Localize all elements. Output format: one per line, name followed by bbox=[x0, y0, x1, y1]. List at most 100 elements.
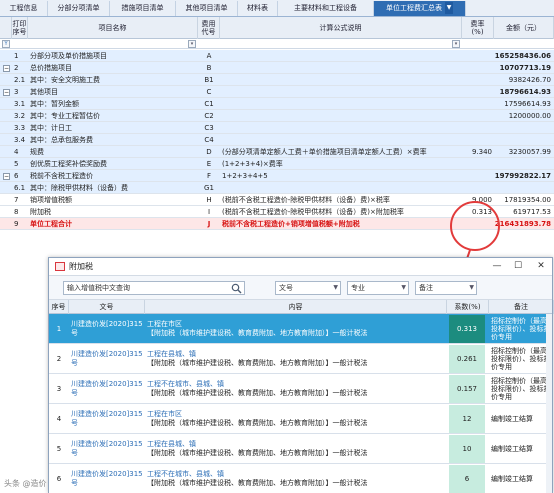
search-input[interactable]: 输入增值税中文查询 bbox=[63, 281, 245, 295]
list-item[interactable]: 1 川建造价发[2020]315号 工程在市区 【附加税（城市维护建设税、教育费附加、… bbox=[49, 314, 552, 344]
note-select-value: 备注 bbox=[419, 284, 433, 292]
table-row[interactable]: 3.1 其中：暂列金额 C1 17596614.93 bbox=[0, 98, 554, 110]
dialog-title: 附加税 bbox=[69, 262, 93, 271]
close-icon[interactable]: ✕ bbox=[534, 260, 548, 273]
tab-measures-list[interactable]: 措施项目清单 bbox=[110, 1, 176, 16]
item-note: 招标控制价（最高投标限价）、投标报价专用 bbox=[491, 317, 551, 341]
tab-division-list[interactable]: 分部分项清单 bbox=[48, 1, 110, 16]
item-note: 编制竣工结算 bbox=[491, 445, 533, 453]
item-content-location: 工程在市区 bbox=[147, 410, 182, 418]
item-coefficient: 0.313 bbox=[447, 314, 487, 344]
table-row[interactable]: 3.2 其中：专业工程暂估价 C2 1200000.00 bbox=[0, 110, 554, 122]
row-number: 3.2 bbox=[14, 111, 26, 120]
list-item[interactable]: 2 川建造价发[2020]315号 工程在县城、镇 【附加税（城市维护建设税、教育费附… bbox=[49, 344, 552, 374]
table-row[interactable]: 3.3 其中：计日工 C3 bbox=[0, 122, 554, 134]
item-number: 2 bbox=[56, 354, 62, 363]
item-content: 工程不在城市、县城、镇 【附加税（城市维护建设税、教育费附加、地方教育附加）】一般… bbox=[145, 464, 447, 493]
table-row[interactable]: 6.1 其中：除税甲供材料（设备）费 G1 bbox=[0, 182, 554, 194]
table-row[interactable]: 3.4 其中：总承包服务费 C4 bbox=[0, 134, 554, 146]
dheader-doc: 文号 bbox=[69, 300, 145, 314]
row-code: G1 bbox=[204, 183, 214, 192]
minimize-icon[interactable]: — bbox=[490, 260, 504, 273]
item-doc-number: 川建造价发[2020]315号 bbox=[71, 380, 143, 397]
dheader-no: 序号 bbox=[49, 300, 69, 314]
tab-materials[interactable]: 材料表 bbox=[238, 1, 278, 16]
item-content: 工程在县城、镇 【附加税（城市维护建设税、教育费附加、地方教育附加）】一般计税法 bbox=[145, 434, 447, 464]
item-note: 编制竣工结算 bbox=[491, 415, 533, 423]
tab-main-materials[interactable]: 主要材料和工程设备 bbox=[278, 1, 374, 16]
item-content-desc: 【附加税（城市维护建设税、教育费附加、地方教育附加）】一般计税法 bbox=[147, 479, 368, 487]
major-select[interactable]: 专业 ▼ bbox=[347, 281, 409, 295]
collapse-icon[interactable]: − bbox=[3, 173, 10, 180]
list-item[interactable]: 5 川建造价发[2020]315号 工程在县城、镇 【附加税（城市维护建设税、教育费附… bbox=[49, 434, 552, 464]
app-icon bbox=[55, 262, 65, 271]
item-content-desc: 【附加税（城市维护建设税、教育费附加、地方教育附加）】一般计税法 bbox=[147, 419, 368, 427]
row-number: 3.4 bbox=[14, 135, 26, 144]
row-number: 5 bbox=[14, 159, 19, 168]
row-name: 单位工程合计 bbox=[30, 219, 72, 228]
header-code: 费用 代号 bbox=[198, 17, 220, 39]
row-code: J bbox=[207, 219, 211, 228]
table-row[interactable]: −3 其他项目 C 18796614.93 bbox=[0, 86, 554, 98]
tab-other-list[interactable]: 其他项目清单 bbox=[176, 1, 238, 16]
row-formula bbox=[220, 50, 462, 61]
tab-cost-summary-label: 单位工程费汇总表 bbox=[386, 4, 442, 12]
chevron-down-icon[interactable]: ▼ bbox=[445, 2, 453, 14]
table-row[interactable]: −6 税前不含税工程造价 F 1+2+3+4+5 197992822.17 bbox=[0, 170, 554, 182]
list-item[interactable]: 4 川建造价发[2020]315号 工程在市区 【附加税（城市维护建设税、教育费附加、… bbox=[49, 404, 552, 434]
row-code: C1 bbox=[204, 99, 214, 108]
tab-cost-summary[interactable]: 单位工程费汇总表 ▼ bbox=[374, 1, 466, 16]
row-name: 其中：计日工 bbox=[30, 123, 72, 132]
tab-project-info[interactable]: 工程信息 bbox=[0, 1, 48, 16]
chevron-down-icon: ▼ bbox=[401, 284, 406, 291]
row-amount bbox=[494, 182, 554, 193]
item-coefficient-value: 0.261 bbox=[449, 345, 485, 373]
dialog-scrollbar[interactable] bbox=[546, 314, 552, 493]
item-content: 工程在市区 【附加税（城市维护建设税、教育费附加、地方教育附加）】一般计税法 bbox=[145, 314, 447, 344]
dheader-coef: 系数(%) bbox=[447, 300, 489, 314]
row-name: 总价措施项目 bbox=[30, 63, 72, 72]
row-rate bbox=[462, 50, 494, 61]
filter-icon[interactable]: Y bbox=[2, 40, 10, 48]
table-row[interactable]: 2.1 其中：安全文明施工费 B1 9382426.70 bbox=[0, 74, 554, 86]
row-amount: 165258436.06 bbox=[494, 51, 551, 60]
row-rate[interactable]: 9.340 bbox=[462, 146, 494, 157]
row-number: 6 bbox=[14, 171, 19, 180]
filter-formula-dropdown[interactable]: ▾ bbox=[452, 40, 460, 48]
list-item[interactable]: 3 川建造价发[2020]315号 工程不在城市、县城、镇 【附加税（城市维护建设税、… bbox=[49, 374, 552, 404]
filter-name-dropdown[interactable]: ▾ bbox=[188, 40, 196, 48]
row-amount: 17819354.00 bbox=[504, 195, 551, 204]
doc-number-select[interactable]: 文号 ▼ bbox=[275, 281, 341, 295]
collapse-icon[interactable]: − bbox=[3, 65, 10, 72]
list-item[interactable]: 6 川建造价发[2020]315号 工程不在城市、县城、镇 【附加税（城市维护建设税、… bbox=[49, 464, 552, 493]
row-name: 其中：总承包服务费 bbox=[30, 135, 93, 144]
row-amount: 18796614.93 bbox=[499, 87, 551, 96]
dialog-titlebar: 附加税 — ☐ ✕ bbox=[49, 258, 552, 276]
row-formula bbox=[220, 134, 462, 145]
table-row[interactable]: 4 规费 D (分部分项清单定额人工费＋单价措施项目清单定额人工费）×费率 9.340 3… bbox=[0, 146, 554, 158]
row-name: 创优质工程奖补偿奖励费 bbox=[30, 159, 107, 168]
row-code: I bbox=[207, 207, 211, 216]
item-content-desc: 【附加税（城市维护建设税、教育费附加、地方教育附加）】一般计税法 bbox=[147, 329, 368, 337]
annotation-circle bbox=[450, 201, 500, 251]
table-row[interactable]: −2 总价措施项目 B 10707713.19 bbox=[0, 62, 554, 74]
row-amount bbox=[494, 134, 554, 145]
row-rate bbox=[462, 182, 494, 193]
row-rate bbox=[462, 122, 494, 133]
row-name: 税前不含税工程造价 bbox=[30, 171, 93, 180]
table-row[interactable]: 1 分部分项及单价措施项目 A 165258436.06 bbox=[0, 50, 554, 62]
item-doc-number: 川建造价发[2020]315号 bbox=[71, 470, 143, 487]
search-icon[interactable] bbox=[231, 283, 242, 294]
table-row[interactable]: 5 创优质工程奖补偿奖励费 E (1+2+3+4)×费率 bbox=[0, 158, 554, 170]
note-select[interactable]: 备注 ▼ bbox=[415, 281, 477, 295]
item-note: 招标控制价（最高投标限价）、投标报价专用 bbox=[491, 347, 551, 371]
maximize-icon[interactable]: ☐ bbox=[511, 260, 525, 273]
collapse-icon[interactable]: − bbox=[3, 89, 10, 96]
row-code: E bbox=[206, 159, 212, 168]
row-name: 附加税 bbox=[30, 207, 51, 216]
row-amount: 9382426.70 bbox=[508, 75, 551, 84]
header-corner bbox=[0, 17, 12, 39]
dheader-note: 备注 bbox=[489, 300, 554, 314]
row-formula: (分部分项清单定额人工费＋单价措施项目清单定额人工费）×费率 bbox=[222, 147, 427, 156]
row-formula bbox=[220, 62, 462, 73]
